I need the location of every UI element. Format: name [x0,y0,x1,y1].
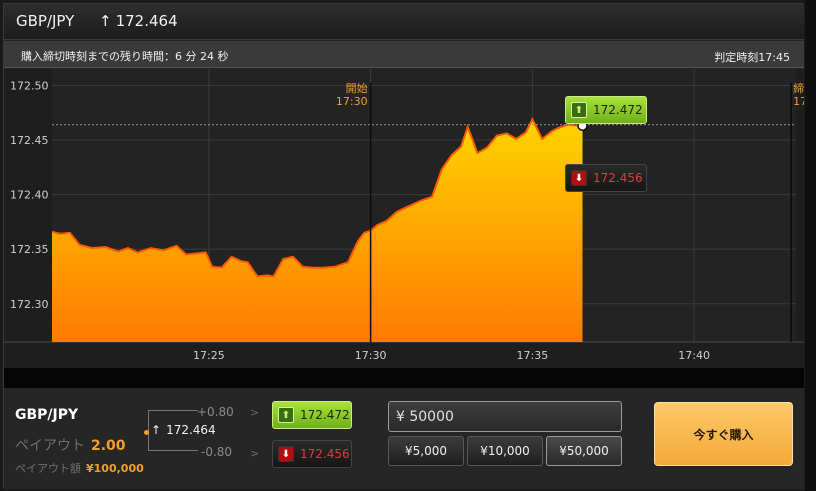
amount-input[interactable]: ¥ 50000 [388,401,622,432]
preset-5000-button[interactable]: ¥5,000 [388,436,464,466]
down-arrow-icon: ⬇ [571,170,587,186]
chart-low-button[interactable]: ⬇ 172.456 [565,164,647,192]
buy-now-button[interactable]: 今すぐ購入 [654,402,793,466]
chevron-right-icon: > [250,406,260,419]
countdown-text: 購入締切時刻までの残り時間：6 分 24 秒 [21,50,229,63]
order-rate: ↑ 172.464 [151,423,216,437]
price-chart: 172.50 172.45 172.40 172.35 172.30 17:25 17:30… [4,69,804,362]
down-arrow-icon: ⬇ [278,446,294,462]
payout-label: ペイアウト [15,438,85,454]
rate-up-arrow-icon: ↑ [151,423,162,437]
trading-window: GBP/JPY ↑ 172.464 購入締切時刻までの残り時間：6 分 24 秒 … [3,3,804,489]
minus-offset: -0.80 [201,445,233,459]
chart-high-rate: 172.472 [593,103,643,117]
preset-10000-button[interactable]: ¥10,000 [467,436,543,466]
low-button-rate: 172.456 [300,447,350,461]
y-tick-label: 172.30 [10,298,49,311]
rate-up-arrow-icon: ↑ [99,12,112,30]
x-tick-label: 17:40 [678,349,710,362]
up-arrow-icon: ⬆ [278,407,294,423]
plus-offset: +0.80 [197,405,234,419]
start-marker-time: 17:30 [336,95,368,108]
payout-value: 2.00 [91,438,126,454]
window-edge [805,0,816,491]
price-chart-panel: 172.50 172.45 172.40 172.35 172.30 17:25 17:30… [4,69,804,368]
payout-amount-label: ペイアウト額 [15,462,81,475]
chart-low-rate: 172.456 [593,171,643,185]
y-tick-label: 172.50 [10,79,49,92]
x-tick-label: 17:35 [517,349,549,362]
up-arrow-icon: ⬆ [571,102,587,118]
payout-amount-value: ¥100,000 [86,462,144,475]
high-button[interactable]: ⬆ 172.472 [272,401,352,429]
payout-rate: ペイアウト 2.00 [15,435,126,455]
pair-title: GBP/JPY [16,12,75,30]
y-tick-label: 172.45 [10,134,49,147]
end-marker-label: 締切 [793,81,804,95]
chevron-right-icon: > [250,447,260,460]
end-marker-time: 17:43 [793,95,804,108]
order-rate-value: 172.464 [166,423,216,437]
separator-bar [4,368,804,388]
payout-amount: ペイアウト額 ¥100,000 [15,460,144,476]
y-tick-label: 172.40 [10,189,49,202]
high-button-rate: 172.472 [300,408,350,422]
order-panel: GBP/JPY ペイアウト 2.00 ペイアウト額 ¥100,000 +0.80 -… [4,388,804,489]
current-rate: ↑ 172.464 [99,12,178,30]
current-rate-value: 172.464 [115,12,178,30]
chart-high-button[interactable]: ⬆ 172.472 [565,96,647,124]
title-bar: GBP/JPY ↑ 172.464 [4,4,804,40]
y-tick-label: 172.35 [10,243,49,256]
preset-50000-button[interactable]: ¥50,000 [546,436,622,466]
order-pair: GBP/JPY [15,407,79,423]
low-button[interactable]: ⬇ 172.456 [272,440,352,468]
info-bar: 購入締切時刻までの残り時間：6 分 24 秒 判定時刻17:45 [4,41,804,68]
x-tick-label: 17:30 [355,349,387,362]
rate-dot-icon [144,430,149,435]
x-tick-label: 17:25 [193,349,225,362]
start-marker-label: 開始 [346,81,368,95]
judgement-time: 判定時刻17:45 [714,51,790,64]
